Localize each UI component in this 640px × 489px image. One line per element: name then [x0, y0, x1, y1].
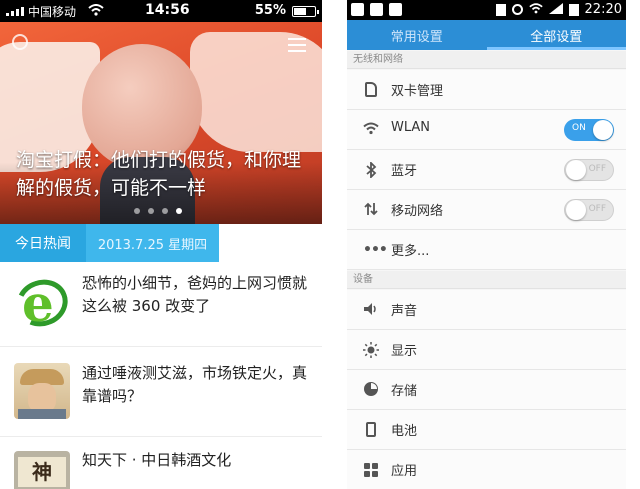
- carousel-dot[interactable]: [134, 208, 140, 214]
- signal-icon: [6, 7, 24, 16]
- settings-row-label: 双卡管理: [391, 84, 444, 99]
- today-bar: 今日热闻 2013.7.25 星期四: [0, 224, 322, 262]
- settings-row-label: 移动网络: [391, 204, 444, 219]
- wifi-icon: [528, 2, 543, 17]
- battery-icon: [292, 6, 319, 17]
- wifi-icon: [88, 4, 104, 19]
- news-title: 通过唾液测艾滋，市场铁定火，真靠谱吗？: [82, 364, 308, 405]
- news-thumbnail: [14, 363, 70, 419]
- news-thumbnail: 神: [14, 451, 70, 489]
- more-icon: •••: [363, 242, 388, 258]
- settings-row-more[interactable]: ••• 更多...: [347, 230, 626, 270]
- today-hot-tag[interactable]: 今日热闻: [0, 224, 86, 262]
- settings-row-display[interactable]: 显示: [347, 330, 626, 370]
- settings-row-label: 电池: [391, 424, 418, 439]
- apps-icon: [363, 462, 379, 478]
- news-list-item[interactable]: 神 知天下 · 中日韩酒文化: [0, 437, 322, 489]
- toggle-text: ON: [572, 123, 586, 133]
- settings-row-mobile-network[interactable]: 移动网络 OFF: [347, 190, 626, 230]
- today-date: 2013.7.25 星期四: [86, 224, 219, 262]
- status-time: 14:56: [145, 2, 190, 18]
- news-list-item[interactable]: e 恐怖的小细节，爸妈的上网习惯就这么被 360 改变了: [0, 262, 322, 347]
- jar-label: 神: [18, 457, 66, 487]
- vibrate-icon: [495, 3, 506, 16]
- menu-icon[interactable]: [288, 38, 306, 52]
- storage-icon: [363, 382, 379, 398]
- ios-status-bar: 中国移动 14:56 55%: [0, 0, 322, 22]
- section-header-device: 设备: [347, 271, 626, 289]
- toggle-text: OFF: [588, 164, 606, 174]
- headline-banner[interactable]: 淘宝打假：他们打的假货，和你理解的假货，可能不一样: [0, 22, 322, 224]
- wlan-toggle[interactable]: ON: [564, 119, 614, 141]
- carousel-dot[interactable]: [148, 208, 154, 214]
- news-list-item[interactable]: 通过唾液测艾滋，市场铁定火，真靠谱吗？: [0, 347, 322, 437]
- settings-tabs: 常用设置 全部设置: [347, 20, 626, 50]
- bluetooth-icon: [363, 160, 379, 180]
- settings-row-label: 更多...: [391, 244, 430, 259]
- tab-common-settings[interactable]: 常用设置: [347, 20, 487, 50]
- settings-row-storage[interactable]: 存储: [347, 370, 626, 410]
- battery-percent: 55%: [254, 3, 286, 18]
- settings-row-bluetooth[interactable]: 蓝牙 OFF: [347, 150, 626, 190]
- news-app-screen: 中国移动 14:56 55% 淘宝打假：他们打的假货，和你理解的假货，可能不一样…: [0, 0, 322, 489]
- status-time: 22:20: [584, 2, 622, 17]
- settings-row-apps[interactable]: 应用: [347, 450, 626, 489]
- settings-row-label: 存储: [391, 384, 418, 399]
- battery-icon: [568, 3, 579, 16]
- settings-row-label: 蓝牙: [391, 164, 418, 179]
- settings-row-battery[interactable]: 电池: [347, 410, 626, 450]
- carrier-name: 中国移动: [28, 5, 77, 19]
- android-status-bar: 22:20: [347, 0, 626, 20]
- wifi-icon: [363, 122, 379, 138]
- battery-icon: [363, 422, 379, 438]
- settings-row-dual-sim[interactable]: 双卡管理: [347, 70, 626, 110]
- settings-row-label: WLAN: [391, 120, 431, 135]
- settings-row-label: 显示: [391, 344, 418, 359]
- signal-icon: [548, 2, 563, 17]
- settings-row-sound[interactable]: 声音: [347, 290, 626, 330]
- settings-screen: 22:20 常用设置 全部设置 无线和网络 双卡管理 WLAN ON 蓝牙 OF…: [347, 0, 626, 489]
- circle-icon[interactable]: [12, 34, 28, 50]
- tab-all-settings[interactable]: 全部设置: [486, 20, 627, 50]
- news-title: 知天下 · 中日韩酒文化: [82, 451, 232, 469]
- settings-row-label: 声音: [391, 304, 418, 319]
- carousel-dots[interactable]: [134, 208, 182, 214]
- mobile-network-toggle[interactable]: OFF: [564, 199, 614, 221]
- settings-row-label: 应用: [391, 464, 418, 479]
- notification-icon: [351, 3, 364, 16]
- news-title: 恐怖的小细节，爸妈的上网习惯就这么被 360 改变了: [82, 274, 308, 315]
- toggle-text: OFF: [588, 204, 606, 214]
- browser-logo-icon: e: [14, 276, 70, 332]
- speaker-icon: [363, 302, 379, 318]
- brightness-icon: [363, 342, 379, 358]
- settings-row-wlan[interactable]: WLAN ON: [347, 110, 626, 150]
- bluetooth-toggle[interactable]: OFF: [564, 159, 614, 181]
- carousel-dot[interactable]: [162, 208, 168, 214]
- notification-icon: [389, 3, 402, 16]
- banner-title[interactable]: 淘宝打假：他们打的假货，和你理解的假货，可能不一样: [16, 146, 316, 202]
- carousel-dot-active[interactable]: [176, 208, 182, 214]
- sim-card-icon: [363, 82, 379, 98]
- alarm-icon: [511, 4, 523, 15]
- section-header-wireless: 无线和网络: [347, 51, 626, 69]
- mobile-data-icon: [363, 202, 379, 218]
- notification-icon: [370, 3, 383, 16]
